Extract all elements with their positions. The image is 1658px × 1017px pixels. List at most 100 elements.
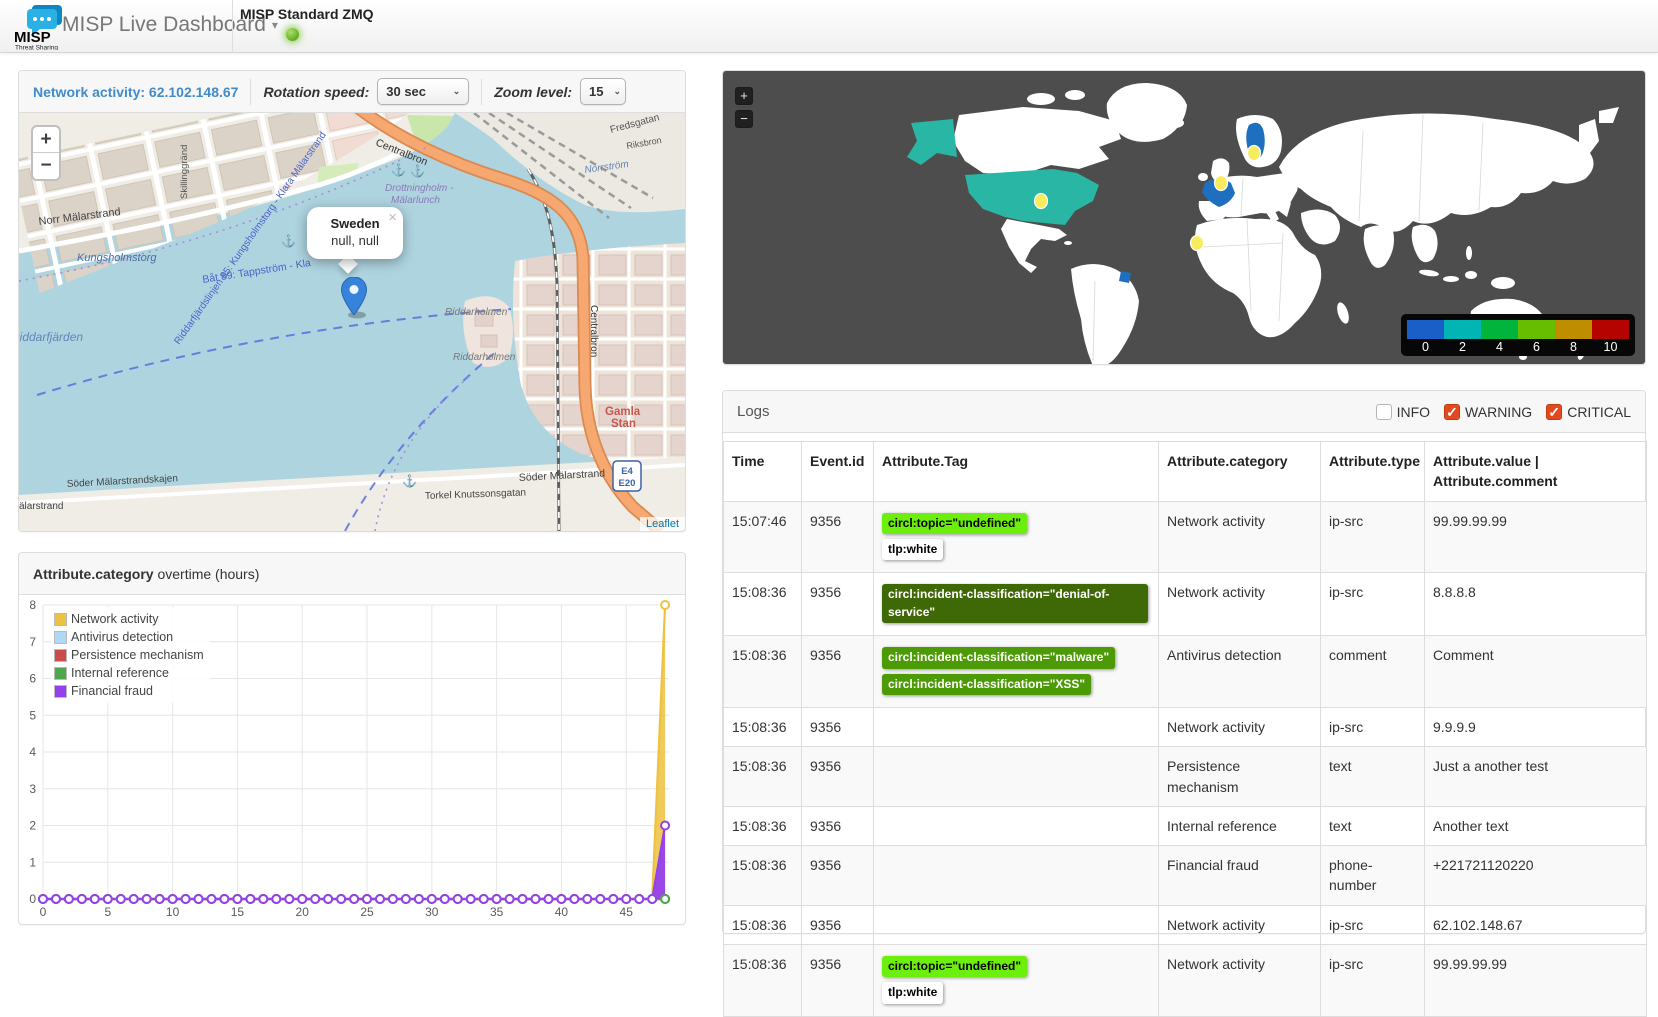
filter-info[interactable]: INFO: [1376, 404, 1430, 420]
attribute-tag-chip[interactable]: tlp:white: [882, 539, 943, 560]
attribute-tag-chip[interactable]: circl:incident-classification="denial-of…: [882, 584, 1148, 623]
data-point: [570, 895, 578, 903]
data-point: [545, 895, 553, 903]
data-point: [259, 895, 267, 903]
time-cell: 15:08:36: [724, 747, 802, 807]
osm-tiles: ⚓ ⚓ ⚓ ⚓ Norr Mälarstrand Fredsgatan Riks…: [19, 113, 685, 531]
filter-label: CRITICAL: [1567, 404, 1631, 420]
time-cell: 15:08:36: [724, 573, 802, 636]
map-marker-icon[interactable]: [341, 277, 369, 319]
table-row: 15:08:369356Network activityip-src62.102…: [724, 905, 1647, 944]
attribute-tag-cell: [874, 806, 1159, 845]
world-zoom-control: + −: [735, 87, 753, 133]
data-point: [156, 895, 164, 903]
y-tick-label: 3: [29, 782, 36, 796]
x-tick-label: 45: [620, 905, 634, 919]
value-cell: 99.99.99.99: [1425, 945, 1647, 1017]
event-id-cell: 9356: [802, 945, 874, 1017]
activity-dot-senegal: [1191, 236, 1204, 251]
value-cell: 8.8.8.8: [1425, 573, 1647, 636]
chart-plot-area: 012345678051015202530354045 Network acti…: [19, 595, 685, 924]
data-point: [622, 895, 630, 903]
column-header: Attribute.Tag: [874, 442, 1159, 502]
activity-dot-france: [1215, 176, 1228, 191]
data-point: [143, 895, 151, 903]
data-point: [363, 895, 371, 903]
attribute-tag-chip[interactable]: tlp:white: [882, 982, 943, 1003]
map-popup: × Sweden null, null: [307, 207, 403, 259]
column-header: Attribute.value | Attribute.comment: [1425, 442, 1647, 502]
data-point: [428, 895, 436, 903]
x-tick-label: 20: [296, 905, 310, 919]
attribute-tag-chip[interactable]: circl:incident-classification="malware": [882, 647, 1115, 668]
event-id-cell: 9356: [802, 636, 874, 708]
attribute-tag-chip[interactable]: circl:topic="undefined": [882, 956, 1027, 977]
world-map-panel[interactable]: + − 0246810: [722, 70, 1646, 365]
leaflet-attribution-link[interactable]: Leaflet: [640, 517, 685, 531]
category-cell: Network activity: [1159, 501, 1321, 573]
x-tick-label: 10: [166, 905, 180, 919]
category-cell: Network activity: [1159, 905, 1321, 944]
x-tick-label: 35: [490, 905, 504, 919]
leaflet-map[interactable]: ⚓ ⚓ ⚓ ⚓ Norr Mälarstrand Fredsgatan Riks…: [19, 113, 685, 531]
data-point: [661, 601, 669, 609]
attribute-tag-cell: [874, 747, 1159, 807]
log-level-filters: INFO✓WARNING✓CRITICAL: [1376, 404, 1631, 420]
logs-header: Logs INFO✓WARNING✓CRITICAL: [723, 391, 1645, 433]
type-cell: text: [1321, 806, 1425, 845]
zoom-out-button[interactable]: −: [33, 153, 59, 179]
column-header: Attribute.type: [1321, 442, 1425, 502]
y-tick-label: 0: [29, 892, 36, 906]
time-cell: 15:07:46: [724, 501, 802, 573]
place-label: Riddarholmen: [445, 307, 508, 318]
data-point: [272, 895, 280, 903]
legend-label: Financial fraud: [71, 684, 153, 698]
status-dot-green: [286, 28, 299, 41]
table-row: 15:08:369356Network activityip-src9.9.9.…: [724, 707, 1647, 746]
anchor-icon: ⚓: [281, 234, 296, 248]
rotation-speed-select[interactable]: 30 sec⌄: [377, 78, 469, 105]
x-tick-label: 15: [231, 905, 245, 919]
data-point: [78, 895, 86, 903]
data-point: [415, 895, 423, 903]
x-tick-label: 40: [555, 905, 569, 919]
filter-critical[interactable]: ✓ CRITICAL: [1546, 404, 1631, 420]
close-icon[interactable]: ×: [388, 209, 397, 226]
legend-color-cell: [1555, 320, 1592, 339]
zoom-level-select[interactable]: 15⌄: [580, 78, 626, 105]
ferry-label: Drottningholm -: [385, 183, 454, 194]
zoom-level-label: Zoom level:: [494, 84, 572, 100]
activity-dot-usa: [1035, 194, 1048, 209]
event-id-cell: 9356: [802, 707, 874, 746]
legend-label: Persistence mechanism: [71, 648, 204, 662]
rotation-speed-label: Rotation speed:: [263, 84, 369, 100]
y-tick-label: 1: [29, 855, 36, 869]
legend-entry: Persistence mechanism: [54, 646, 204, 664]
divider: [250, 79, 251, 105]
table-row: 15:08:369356Persistence mechanismtextJus…: [724, 747, 1647, 807]
checkbox-checked[interactable]: ✓: [1546, 404, 1562, 420]
street-label: Centralbron: [588, 305, 599, 357]
zoom-in-button[interactable]: +: [735, 87, 753, 105]
legend-swatch: [54, 631, 67, 644]
attribute-tag-chip[interactable]: circl:topic="undefined": [882, 513, 1027, 534]
legend-swatch: [54, 613, 67, 626]
checkbox-unchecked[interactable]: [1376, 404, 1392, 420]
data-point: [648, 895, 656, 903]
attribute-tag-cell: [874, 905, 1159, 944]
event-id-cell: 9356: [802, 806, 874, 845]
category-cell: Network activity: [1159, 573, 1321, 636]
motorway-shield: E4 E20: [613, 461, 641, 491]
country-mexico: [1001, 219, 1067, 273]
data-point: [220, 895, 228, 903]
attribute-tag-chip[interactable]: circl:incident-classification="XSS": [882, 674, 1091, 695]
y-tick-label: 7: [29, 635, 36, 649]
filter-warning[interactable]: ✓WARNING: [1444, 404, 1532, 420]
time-cell: 15:08:36: [724, 945, 802, 1017]
zoom-out-button[interactable]: −: [735, 110, 753, 128]
navbar-divider: [232, 0, 233, 53]
checkbox-checked[interactable]: ✓: [1444, 404, 1460, 420]
legend-entry: Antivirus detection: [54, 628, 204, 646]
zoom-in-button[interactable]: +: [33, 127, 59, 153]
data-point: [467, 895, 475, 903]
